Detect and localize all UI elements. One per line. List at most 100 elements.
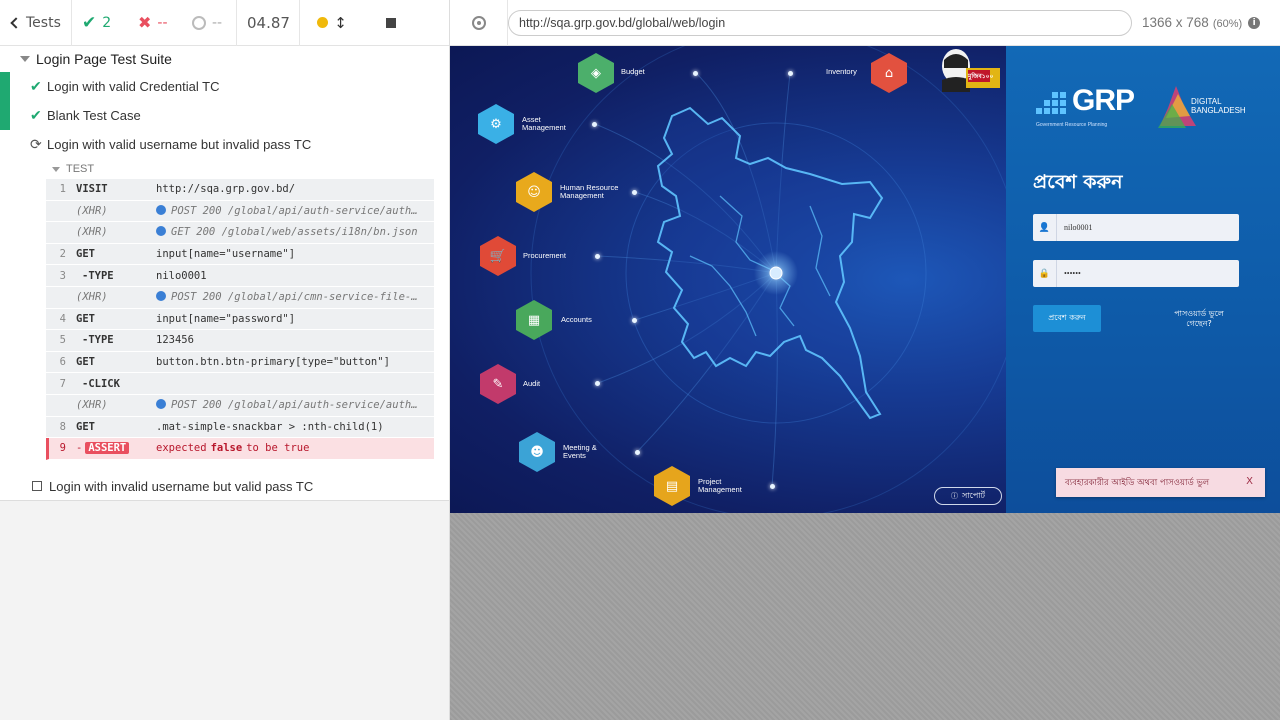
connector-dot bbox=[770, 484, 775, 489]
command-number: 3 bbox=[59, 269, 66, 282]
module-label-hr[interactable]: Human Resource Management bbox=[560, 183, 618, 201]
url-bar[interactable]: http://sqa.grp.gov.bd/global/web/login bbox=[508, 9, 1132, 36]
scroll-arrows-icon: ↕ bbox=[334, 13, 347, 32]
selector-playground-button[interactable] bbox=[450, 0, 508, 46]
command-row[interactable]: (XHR) POST 200 /global/api/auth-service/a… bbox=[46, 394, 434, 417]
test-item-blank[interactable]: ✔ Blank Test Case bbox=[0, 101, 449, 130]
test-item-valid-credential[interactable]: ✔ Login with valid Credential TC bbox=[0, 72, 449, 101]
mujib100-logo bbox=[942, 49, 1000, 92]
command-row[interactable]: 2 GET input[name="username"] bbox=[46, 243, 434, 266]
auto-scroll-toggle[interactable]: ↕ bbox=[300, 0, 358, 46]
command-name: GET bbox=[76, 312, 95, 325]
module-label-audit[interactable]: Audit bbox=[523, 379, 540, 388]
support-button[interactable]: ⓘ সাপোর্ট bbox=[934, 487, 1002, 505]
module-label-budget[interactable]: Budget bbox=[621, 67, 645, 76]
module-label-accounts[interactable]: Accounts bbox=[561, 315, 592, 324]
viewport-info[interactable]: 1366 x 768 (60%) bbox=[1142, 15, 1242, 30]
command-row[interactable]: 4 GET input[name="password"] bbox=[46, 308, 434, 331]
pending-count[interactable]: -- bbox=[182, 0, 237, 46]
command-message: expected false to be true bbox=[156, 442, 434, 454]
support-label: সাপোর্ট bbox=[962, 490, 985, 500]
module-label-procurement[interactable]: Procurement bbox=[523, 251, 566, 260]
command-log: 1 VISIT http://sqa.grp.gov.bd/ (XHR) POST 20… bbox=[46, 179, 434, 460]
test-item-invalid-pass[interactable]: ⟳ Login with valid username but invalid … bbox=[0, 130, 449, 159]
cross-icon: ✖ bbox=[138, 13, 152, 32]
suite-header[interactable]: Login Page Test Suite bbox=[0, 46, 449, 72]
command-name: GET bbox=[76, 420, 95, 433]
snackbar-close-button[interactable]: X bbox=[1246, 476, 1253, 487]
command-name: (XHR) bbox=[76, 291, 108, 304]
command-row[interactable]: 6 GET button.btn.btn-primary[type="button"… bbox=[46, 351, 434, 374]
command-row[interactable]: 7 -CLICK bbox=[46, 373, 434, 395]
failed-count[interactable]: ✖ -- bbox=[128, 0, 182, 46]
command-message: POST 200 /global/api/cmn-service-file-… bbox=[156, 291, 434, 303]
module-label-meeting[interactable]: Meeting & Events bbox=[563, 443, 597, 461]
xhr-text: POST 200 /global/api/auth-service/auth… bbox=[171, 204, 418, 217]
login-button[interactable]: প্রবেশ করুন bbox=[1033, 305, 1101, 332]
connector-dot bbox=[693, 71, 698, 76]
duration-value: 04.87 bbox=[247, 13, 290, 32]
command-message: nilo0001 bbox=[156, 269, 207, 282]
command-row[interactable]: (XHR) GET 200 /global/web/assets/i18n/bn.… bbox=[46, 222, 434, 244]
xhr-status-icon bbox=[156, 226, 166, 237]
test-label: Login with valid Credential TC bbox=[47, 79, 220, 94]
password-field[interactable]: 🔒 •••••• bbox=[1033, 260, 1239, 287]
command-row[interactable]: 3 -TYPE nilo0001 bbox=[46, 265, 434, 287]
command-number: 1 bbox=[59, 183, 66, 196]
back-to-tests-button[interactable]: Tests bbox=[0, 0, 72, 46]
command-row[interactable]: 1 VISIT http://sqa.grp.gov.bd/ bbox=[46, 179, 434, 201]
connector-dot bbox=[592, 122, 597, 127]
check-icon: ✔ bbox=[82, 12, 97, 33]
passed-count[interactable]: ✔ 2 bbox=[72, 0, 128, 46]
aut-header: http://sqa.grp.gov.bd/global/web/login 1… bbox=[450, 0, 1280, 46]
stop-button[interactable] bbox=[358, 0, 418, 46]
duration: 04.87 bbox=[237, 0, 300, 46]
connector-dot bbox=[632, 318, 637, 323]
suite-title: Login Page Test Suite bbox=[36, 51, 172, 67]
grp-logo-mark bbox=[1036, 92, 1066, 114]
connector-dot bbox=[595, 381, 600, 386]
command-number: 4 bbox=[59, 312, 66, 325]
spinner-icon bbox=[192, 15, 206, 30]
connector-dot bbox=[788, 71, 793, 76]
command-number: 5 bbox=[59, 334, 66, 347]
info-icon[interactable]: i bbox=[1248, 16, 1261, 29]
command-row[interactable]: (XHR) POST 200 /global/api/auth-service/a… bbox=[46, 200, 434, 223]
help-icon: ⓘ bbox=[951, 492, 959, 500]
failed-assert-row[interactable]: 9- ASSERT expected false to be true bbox=[46, 438, 434, 460]
assert-dash: - bbox=[76, 442, 83, 455]
test-suite-panel: Login Page Test Suite ✔ Login with valid… bbox=[0, 46, 449, 501]
command-message: button.btn.btn-primary[type="button"] bbox=[156, 356, 390, 369]
test-item-invalid-username[interactable]: Login with invalid username but valid pa… bbox=[0, 472, 449, 501]
xhr-status-icon bbox=[156, 399, 166, 410]
command-name: (XHR) bbox=[76, 399, 108, 412]
assert-badge: ASSERT bbox=[85, 442, 130, 455]
pending-number: -- bbox=[212, 14, 223, 31]
command-message: input[name="username"] bbox=[156, 248, 296, 261]
url-text: http://sqa.grp.gov.bd/global/web/login bbox=[519, 15, 726, 30]
command-number: 8 bbox=[59, 420, 66, 433]
failed-number: -- bbox=[157, 14, 168, 31]
test-label: Blank Test Case bbox=[47, 108, 141, 123]
module-label-asset[interactable]: Asset Management bbox=[522, 115, 566, 133]
command-name: -TYPE bbox=[82, 334, 114, 347]
xhr-status-icon bbox=[156, 291, 166, 302]
xhr-text: GET 200 /global/web/assets/i18n/bn.json bbox=[171, 226, 418, 239]
viewport-scale: (60%) bbox=[1212, 18, 1243, 30]
forgot-password-link[interactable]: পাসওয়ার্ড ভুলে গেছেন? bbox=[1171, 309, 1227, 330]
command-number: 9 bbox=[59, 442, 66, 455]
aut-stage: ◈ Budget ⌂ Inventory ⚙ Asset Management … bbox=[450, 46, 1280, 720]
snackbar-message: ব্যবহারকারীর আইডি অথবা পাসওয়ার্ড ভুল bbox=[1065, 477, 1210, 488]
username-field[interactable]: 👤 nilo0001 bbox=[1033, 214, 1239, 241]
stop-icon bbox=[386, 17, 396, 28]
password-value: •••••• bbox=[1064, 269, 1081, 278]
reporter-header: Tests ✔ 2 ✖ -- -- 04.87 ↕ bbox=[0, 0, 449, 46]
command-row[interactable]: 8 GET .mat-simple-snackbar > :nth-child(1) bbox=[46, 416, 434, 439]
module-label-project[interactable]: Project Management bbox=[698, 477, 742, 495]
module-label-inventory[interactable]: Inventory bbox=[826, 67, 857, 76]
command-row[interactable]: 5 -TYPE 123456 bbox=[46, 330, 434, 352]
test-section-header[interactable]: TEST bbox=[0, 159, 449, 179]
command-row[interactable]: (XHR) POST 200 /global/api/cmn-service-fi… bbox=[46, 286, 434, 309]
error-snackbar: ব্যবহারকারীর আইডি অথবা পাসওয়ার্ড ভুল X bbox=[1056, 468, 1265, 497]
grp-login-page: ◈ Budget ⌂ Inventory ⚙ Asset Management … bbox=[450, 46, 1280, 513]
